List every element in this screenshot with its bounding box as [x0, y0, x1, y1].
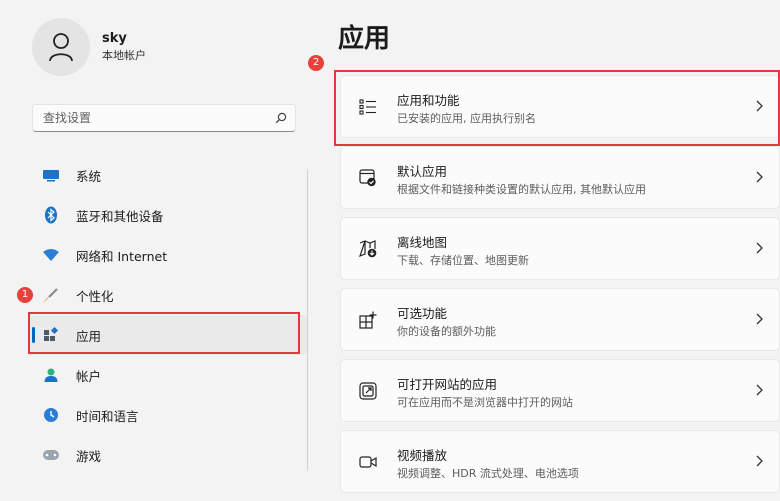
nav-item-label: 游戏 — [76, 448, 102, 464]
nav-item-label: 帐户 — [76, 368, 102, 384]
bluetooth-icon — [42, 206, 60, 224]
grid-add-icon — [357, 309, 379, 331]
default-app-icon — [357, 167, 379, 189]
chevron-right-icon — [756, 242, 763, 254]
account-type: 本地帐户 — [102, 49, 146, 62]
chevron-right-icon — [756, 384, 763, 396]
globe-clock-icon — [42, 406, 60, 424]
open-link-icon — [357, 380, 379, 402]
card-optional-features[interactable]: 可选功能 你的设备的额外功能 — [340, 288, 780, 351]
nav-item-system[interactable]: 系统 — [28, 155, 308, 195]
card-subtitle: 你的设备的额外功能 — [397, 325, 496, 338]
card-offline-maps[interactable]: 离线地图 下载、存储位置、地图更新 — [340, 217, 780, 280]
card-default-apps[interactable]: 默认应用 根据文件和链接种类设置的默认应用, 其他默认应用 — [340, 146, 780, 209]
nav-item-label: 个性化 — [76, 288, 114, 304]
nav-item-gaming[interactable]: 游戏 — [28, 435, 308, 475]
nav-item-label: 网络和 Internet — [76, 248, 168, 264]
card-subtitle: 可在应用而不是浏览器中打开的网站 — [397, 396, 573, 409]
avatar[interactable] — [32, 18, 90, 76]
card-apps-for-websites[interactable]: 可打开网站的应用 可在应用而不是浏览器中打开的网站 — [340, 359, 780, 422]
search-box[interactable] — [32, 104, 296, 132]
nav-item-network[interactable]: 网络和 Internet — [28, 235, 308, 275]
nav-scrollbar[interactable] — [307, 170, 308, 470]
page-title: 应用 — [338, 24, 391, 54]
gamepad-icon — [42, 446, 60, 464]
system-icon — [42, 166, 60, 184]
account-name: sky — [102, 31, 127, 46]
card-title: 可选功能 — [397, 306, 448, 321]
chevron-right-icon — [756, 455, 763, 467]
nav-item-label: 时间和语言 — [76, 408, 139, 424]
card-subtitle: 下载、存储位置、地图更新 — [397, 254, 529, 267]
person-icon — [49, 33, 73, 62]
annotation-badge-1: 1 — [17, 287, 33, 303]
map-download-icon — [357, 238, 379, 260]
chevron-right-icon — [756, 171, 763, 183]
card-title: 视频播放 — [397, 448, 448, 463]
highlight-box-apps-features — [334, 70, 780, 146]
card-subtitle: 视频调整、HDR 流式处理、电池选项 — [397, 467, 579, 480]
sidebar: sky 本地帐户 系统 蓝牙和其他设备 — [0, 0, 320, 477]
card-video-playback[interactable]: 视频播放 视频调整、HDR 流式处理、电池选项 — [340, 430, 780, 493]
account-profile[interactable]: sky 本地帐户 — [32, 18, 146, 76]
highlight-box-apps — [28, 312, 300, 354]
person-icon — [42, 366, 60, 384]
nav-item-bluetooth[interactable]: 蓝牙和其他设备 — [28, 195, 308, 235]
annotation-badge-2: 2 — [308, 55, 324, 71]
nav-item-accounts[interactable]: 帐户 — [28, 355, 308, 395]
card-subtitle: 根据文件和链接种类设置的默认应用, 其他默认应用 — [397, 183, 646, 196]
search-input[interactable] — [33, 104, 267, 132]
nav-item-label: 系统 — [76, 168, 102, 184]
video-icon — [357, 451, 379, 473]
search-icon[interactable] — [267, 104, 295, 132]
wifi-icon — [42, 246, 60, 264]
card-title: 离线地图 — [397, 235, 448, 250]
card-title: 可打开网站的应用 — [397, 377, 498, 392]
card-title: 默认应用 — [397, 164, 448, 179]
chevron-right-icon — [756, 313, 763, 325]
nav-item-time-language[interactable]: 时间和语言 — [28, 395, 308, 435]
nav-item-label: 蓝牙和其他设备 — [76, 208, 164, 224]
brush-icon — [42, 286, 60, 304]
nav-item-personalization[interactable]: 个性化 — [28, 275, 308, 315]
